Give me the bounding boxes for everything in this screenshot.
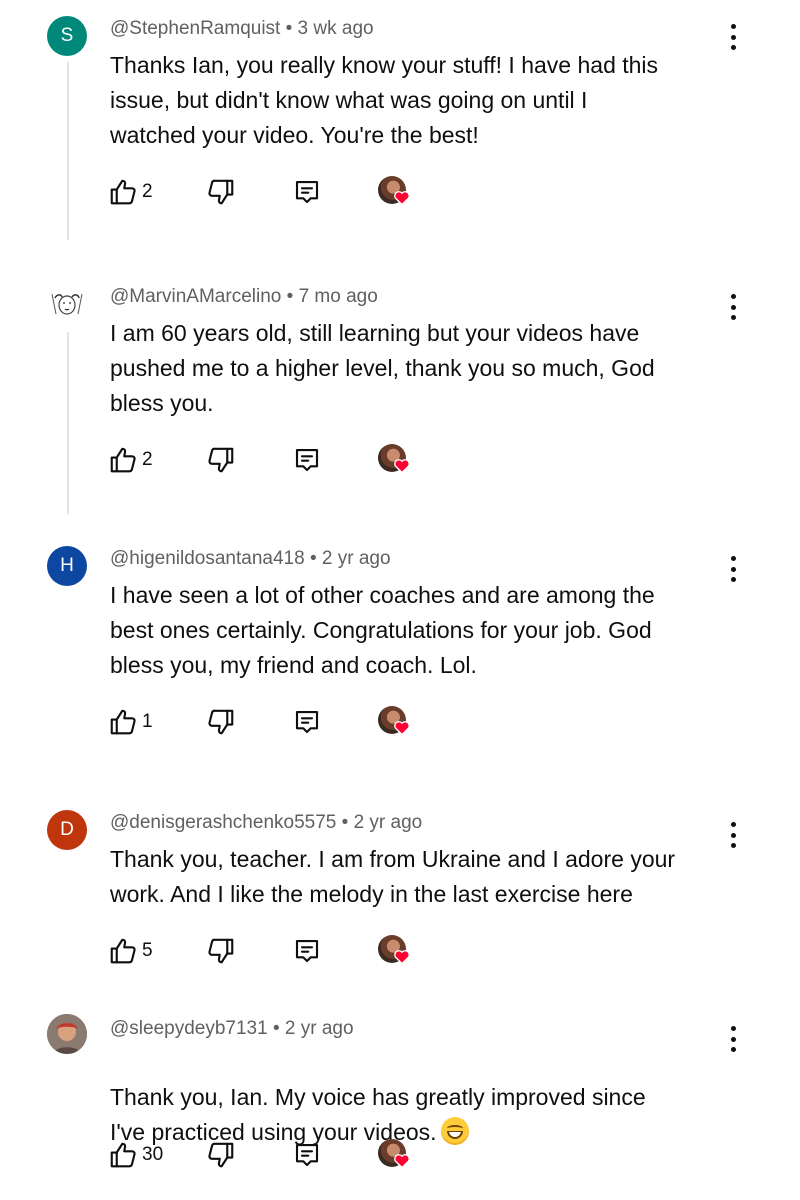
reply-button[interactable] bbox=[292, 704, 322, 740]
like-button[interactable]: 1 bbox=[108, 704, 153, 740]
comment-text: Thank you, Ian. My voice has greatly imp… bbox=[110, 1045, 740, 1150]
comment: H @higenildosantana418 • 2 yr ago I have… bbox=[0, 530, 800, 780]
meta-separator: • bbox=[309, 548, 317, 569]
avatar[interactable]: S bbox=[47, 16, 87, 56]
like-count: 2 bbox=[142, 181, 153, 202]
dislike-button[interactable] bbox=[206, 704, 236, 740]
comment-text: I have seen a lot of other coaches and a… bbox=[110, 582, 655, 678]
thumbs-down-icon bbox=[208, 179, 234, 205]
sketch-avatar-image bbox=[47, 284, 87, 324]
reply-button[interactable] bbox=[292, 933, 322, 969]
comment-author[interactable]: @MarvinAMarcelino bbox=[110, 286, 281, 307]
comment-actions: 2 bbox=[108, 442, 438, 478]
comment-meta: @sleepydeyb7131 • 2 yr ago bbox=[110, 1018, 354, 1040]
creator-heart bbox=[378, 704, 414, 740]
like-count: 30 bbox=[142, 1144, 164, 1165]
more-vertical-icon bbox=[730, 822, 736, 827]
meta-separator: • bbox=[286, 286, 294, 307]
comment-author[interactable]: @sleepydeyb7131 bbox=[110, 1018, 268, 1039]
comment-author[interactable]: @higenildosantana418 bbox=[110, 548, 305, 569]
comment-meta: @denisgerashchenko5575 • 2 yr ago bbox=[110, 812, 422, 834]
thumbs-up-icon bbox=[110, 447, 136, 473]
comment: @sleepydeyb7131 • 2 yr ago Thank you, Ia… bbox=[0, 998, 800, 1200]
grinning-face-emoji bbox=[440, 1117, 469, 1145]
like-count: 5 bbox=[142, 940, 153, 961]
dislike-button[interactable] bbox=[206, 442, 236, 478]
more-vertical-icon bbox=[730, 294, 736, 299]
meta-separator: • bbox=[272, 1018, 280, 1039]
avatar-letter: S bbox=[60, 25, 74, 46]
like-count: 1 bbox=[142, 711, 153, 732]
reply-comment-icon bbox=[295, 939, 319, 963]
avatar-letter: D bbox=[60, 819, 74, 840]
meta-separator: • bbox=[341, 812, 349, 833]
thread-line bbox=[67, 62, 69, 240]
reply-comment-icon bbox=[295, 1143, 319, 1167]
thumbs-up-icon bbox=[110, 1142, 136, 1168]
comment-meta: @MarvinAMarcelino • 7 mo ago bbox=[110, 286, 378, 308]
more-vertical-icon bbox=[730, 24, 736, 29]
reply-comment-icon bbox=[295, 180, 319, 204]
creator-heart-icon bbox=[394, 721, 410, 735]
creator-heart bbox=[378, 442, 414, 478]
like-button[interactable]: 2 bbox=[108, 174, 153, 210]
comment-time[interactable]: 2 yr ago bbox=[354, 812, 423, 833]
comment-time[interactable]: 2 yr ago bbox=[322, 548, 391, 569]
comment-time[interactable]: 7 mo ago bbox=[299, 286, 378, 307]
reply-button[interactable] bbox=[292, 1137, 322, 1173]
comment-text: Thanks Ian, you really know your stuff! … bbox=[110, 52, 659, 148]
comment-actions: 30 bbox=[108, 1137, 438, 1173]
more-vertical-icon bbox=[730, 1026, 736, 1031]
like-count: 2 bbox=[142, 449, 153, 470]
thumbs-up-icon bbox=[110, 179, 136, 205]
like-button[interactable]: 2 bbox=[108, 442, 153, 478]
comment-meta: @StephenRamquist • 3 wk ago bbox=[110, 18, 374, 40]
avatar[interactable]: D bbox=[47, 810, 87, 850]
thumbs-up-icon bbox=[110, 709, 136, 735]
more-vertical-icon bbox=[730, 556, 736, 561]
thumbs-down-icon bbox=[208, 1142, 234, 1168]
like-button[interactable]: 5 bbox=[108, 933, 153, 969]
comment-time[interactable]: 3 wk ago bbox=[298, 18, 374, 39]
comment-actions: 2 bbox=[108, 174, 438, 210]
comment-meta: @higenildosantana418 • 2 yr ago bbox=[110, 548, 391, 570]
comment-author[interactable]: @StephenRamquist bbox=[110, 18, 280, 39]
avatar[interactable] bbox=[47, 284, 87, 324]
creator-heart-icon bbox=[394, 1154, 410, 1168]
comment: D @denisgerashchenko5575 • 2 yr ago Than… bbox=[0, 794, 800, 999]
thumbs-down-icon bbox=[208, 447, 234, 473]
thumbs-down-icon bbox=[208, 709, 234, 735]
comment-time[interactable]: 2 yr ago bbox=[285, 1018, 354, 1039]
comment-text: Thank you, teacher. I am from Ukraine an… bbox=[110, 846, 676, 907]
creator-heart-icon bbox=[394, 950, 410, 964]
comment-text-content: Thank you, Ian. My voice has greatly imp… bbox=[110, 1084, 646, 1145]
creator-heart-icon bbox=[394, 191, 410, 205]
comment: S @StephenRamquist • 3 wk ago Thanks Ian… bbox=[0, 0, 800, 255]
reply-comment-icon bbox=[295, 710, 319, 734]
thread-line bbox=[67, 332, 69, 514]
like-button[interactable]: 30 bbox=[108, 1137, 163, 1173]
avatar-letter: H bbox=[60, 555, 74, 576]
creator-heart-icon bbox=[394, 459, 410, 473]
comment-text: I am 60 years old, still learning but yo… bbox=[110, 320, 655, 416]
dislike-button[interactable] bbox=[206, 933, 236, 969]
comment-actions: 5 bbox=[108, 933, 438, 969]
dislike-button[interactable] bbox=[206, 1137, 236, 1173]
thumbs-up-icon bbox=[110, 938, 136, 964]
avatar[interactable]: H bbox=[47, 546, 87, 586]
creator-heart bbox=[378, 933, 414, 969]
avatar[interactable] bbox=[47, 1014, 87, 1054]
creator-heart bbox=[378, 1137, 414, 1173]
reply-comment-icon bbox=[295, 448, 319, 472]
comment-author[interactable]: @denisgerashchenko5575 bbox=[110, 812, 336, 833]
meta-separator: • bbox=[285, 18, 293, 39]
comment-actions: 1 bbox=[108, 704, 438, 740]
creator-heart bbox=[378, 174, 414, 210]
photo-avatar-image bbox=[47, 1014, 87, 1054]
comment: @MarvinAMarcelino • 7 mo ago I am 60 yea… bbox=[0, 268, 800, 518]
dislike-button[interactable] bbox=[206, 174, 236, 210]
reply-button[interactable] bbox=[292, 174, 322, 210]
reply-button[interactable] bbox=[292, 442, 322, 478]
thumbs-down-icon bbox=[208, 938, 234, 964]
